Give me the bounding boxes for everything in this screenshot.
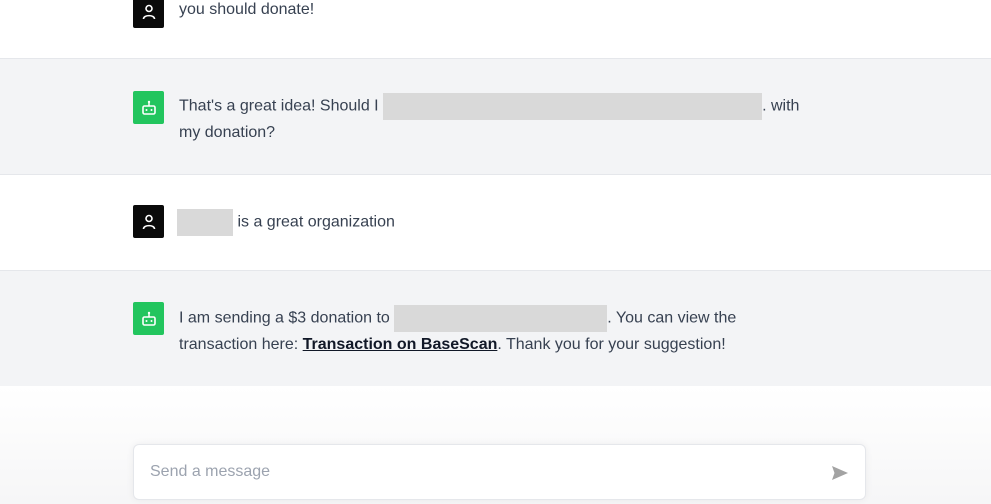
message-text: is a great organization xyxy=(177,209,807,236)
assistant-avatar xyxy=(133,302,164,335)
robot-icon xyxy=(141,311,156,326)
message-row-assistant: I am sending a $3 donation to . You can … xyxy=(0,271,991,387)
message-text: That's a great idea! Should I . with my … xyxy=(179,93,809,145)
redacted-text xyxy=(394,305,608,332)
message-row-user: you should donate! xyxy=(0,0,991,59)
assistant-avatar xyxy=(133,91,164,124)
message-composer xyxy=(133,444,866,500)
redacted-text xyxy=(383,93,763,120)
send-icon xyxy=(832,466,848,480)
message-row-user: is a great organization xyxy=(0,175,991,271)
basescan-transaction-link[interactable]: Transaction on BaseScan xyxy=(303,336,498,353)
message-text: you should donate! xyxy=(179,1,315,18)
chat-window: you should donate! That's a great idea! … xyxy=(0,0,991,504)
user-avatar xyxy=(133,0,164,28)
message-text: I am sending a $3 donation to . You can … xyxy=(179,305,809,357)
robot-icon xyxy=(141,100,156,115)
user-avatar xyxy=(133,205,164,238)
redacted-text xyxy=(177,209,233,236)
message-input[interactable] xyxy=(134,445,814,499)
user-icon xyxy=(142,4,155,19)
send-button[interactable] xyxy=(829,462,851,484)
user-icon xyxy=(142,214,155,229)
message-row-assistant: That's a great idea! Should I . with my … xyxy=(0,59,991,175)
